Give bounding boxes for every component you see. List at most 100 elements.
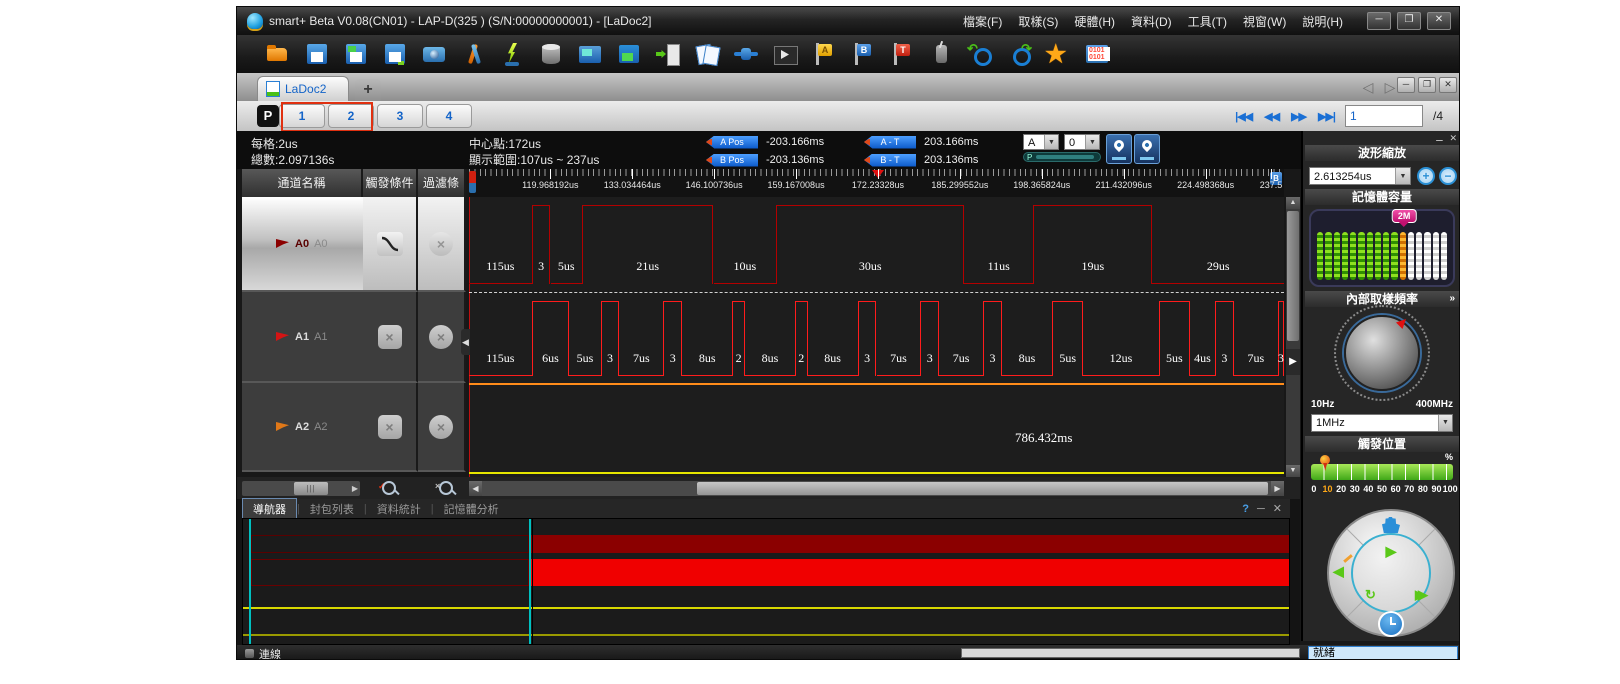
settings-tools-icon[interactable] <box>460 41 486 67</box>
memory-icon[interactable] <box>538 41 564 67</box>
frequency-knob[interactable] <box>1344 315 1420 391</box>
column-header-2[interactable]: 過濾條件 <box>418 169 466 197</box>
wheel-inner-ring[interactable]: ▶ ↻ ▶▶ <box>1351 533 1431 613</box>
export-icon[interactable] <box>655 41 681 67</box>
minimize-panel-icon[interactable]: ─ <box>1257 503 1265 515</box>
clock-button[interactable] <box>1378 611 1404 637</box>
channel-row-a0[interactable]: A0A0 <box>242 197 363 292</box>
navigation-wheel[interactable]: ◀ ▶ ↻ ▶▶ <box>1327 509 1455 637</box>
help-icon[interactable]: ? <box>1242 503 1249 515</box>
flag-b-icon[interactable]: B <box>850 41 876 67</box>
scroll-up-button[interactable]: ▲ <box>1286 197 1300 209</box>
waveform-a0[interactable]: 115us35us21us10us30us11us19us29us <box>469 197 1284 292</box>
panel-expand-button[interactable]: ▶ <box>1286 349 1300 375</box>
jump-left-button[interactable]: ◀ <box>1333 563 1344 580</box>
filter-search-button[interactable]: × <box>433 479 463 497</box>
next-page-button[interactable]: ▶▶ <box>1291 110 1306 123</box>
bottom-tab-2[interactable]: 資料統計 <box>367 499 431 519</box>
trigger-cell-a1[interactable]: × <box>363 292 418 383</box>
waveform-a2[interactable]: 786.432ms <box>469 383 1284 472</box>
connect-icon[interactable] <box>733 41 759 67</box>
column-h-scrollbar[interactable]: ||| ▶ <box>242 481 360 496</box>
zoom-next-icon[interactable]: ↷ <box>1006 41 1032 67</box>
flag-a-icon[interactable]: A <box>811 41 837 67</box>
channel-row-a1[interactable]: A1A1 <box>242 292 363 383</box>
marker-index-select[interactable]: 0▼ <box>1064 134 1100 150</box>
doc-minimize-button[interactable]: ─ <box>1397 77 1415 93</box>
menu-item-1[interactable]: 取樣(S) <box>1012 10 1064 33</box>
page-button-4[interactable]: 4 <box>426 104 472 128</box>
column-collapse-button[interactable]: ◀ <box>461 329 470 355</box>
device-icon[interactable] <box>577 41 603 67</box>
filter-cell-a2[interactable]: × <box>418 383 466 472</box>
trigger-position-bar[interactable] <box>1311 464 1453 480</box>
column-header-1[interactable]: 觸發條件 <box>363 169 418 197</box>
menu-item-4[interactable]: 工具(T) <box>1182 10 1233 33</box>
waveform-scroll-thumb[interactable] <box>697 482 1268 495</box>
minimize-button[interactable]: ─ <box>1367 12 1391 30</box>
trigger-position-widget[interactable]: % <box>1311 458 1453 482</box>
bus-decode-icon[interactable]: 0101 0101 <box>1084 41 1110 67</box>
play-button[interactable]: ▶ <box>1386 543 1397 560</box>
last-page-button[interactable]: ▶▶| <box>1318 110 1335 123</box>
filter-cell-a1[interactable]: × <box>418 292 466 383</box>
save-icon[interactable] <box>304 41 330 67</box>
save-settings-icon[interactable] <box>382 41 408 67</box>
flag-t-icon[interactable]: T <box>889 41 915 67</box>
refresh-button[interactable]: ↻ <box>1365 587 1376 603</box>
tab-ladoc2[interactable]: LaDoc2 <box>257 76 349 101</box>
close-panel-icon[interactable]: ✕ <box>1273 502 1282 515</box>
vertical-scroll-thumb[interactable] <box>1287 211 1299 341</box>
pin-icon[interactable]: ⚊ <box>1435 133 1443 144</box>
prev-page-button[interactable]: ◀◀ <box>1264 110 1279 123</box>
hand-pan-icon[interactable] <box>1382 517 1400 533</box>
frequency-select[interactable]: 1MHz▼ <box>1311 414 1453 432</box>
column-header-0[interactable]: 通道名稱 <box>242 169 363 197</box>
scroll-right-button[interactable]: ▶ <box>1271 481 1284 496</box>
zoom-in-button[interactable]: + <box>1417 167 1435 185</box>
marker-b-button[interactable] <box>1134 134 1160 164</box>
channel-row-a2[interactable]: A2A2 <box>242 383 363 472</box>
screenshot-icon[interactable] <box>421 41 447 67</box>
zoom-out-button[interactable]: − <box>1439 167 1457 185</box>
fast-forward-button[interactable]: ▶▶ <box>1415 587 1421 603</box>
save-as-icon[interactable] <box>343 41 369 67</box>
navigator-view[interactable] <box>242 518 1290 645</box>
video-icon[interactable] <box>772 41 798 67</box>
trigger-cell-a2[interactable]: × <box>363 383 418 472</box>
navigator-cursor-left[interactable] <box>249 519 251 644</box>
compare-icon[interactable] <box>694 41 720 67</box>
expand-icon[interactable]: » <box>1449 291 1455 307</box>
menu-item-0[interactable]: 檔案(F) <box>957 10 1008 33</box>
bottom-tab-0[interactable]: 導航器 <box>242 498 297 519</box>
scroll-left-button[interactable]: ◀ <box>469 481 482 496</box>
filter-cell-a0[interactable]: × <box>418 197 466 292</box>
waveform-area[interactable]: 115us35us21us10us30us11us19us29us115us6u… <box>469 197 1284 477</box>
vertical-scrollbar[interactable]: ▲ ▶ ▼ <box>1286 197 1300 477</box>
menu-item-5[interactable]: 視窗(W) <box>1237 10 1292 33</box>
page-button-3[interactable]: 3 <box>377 104 423 128</box>
marker-select[interactable]: A▼ <box>1023 134 1059 150</box>
waveform-a1[interactable]: 115us6us5us37us38us28us28us37us37us38us5… <box>469 292 1284 384</box>
acquisition-icon[interactable] <box>499 41 525 67</box>
tab-scroll-left-button[interactable]: ◁ <box>1359 78 1377 96</box>
bottom-tab-3[interactable]: 記憶體分析 <box>434 499 509 519</box>
add-tab-button[interactable]: + <box>355 79 381 101</box>
menu-item-3[interactable]: 資料(D) <box>1125 10 1178 33</box>
layout-icon[interactable] <box>616 41 642 67</box>
first-page-button[interactable]: |◀◀ <box>1235 110 1252 123</box>
trigger-cell-a0[interactable] <box>363 197 418 292</box>
zoom-value-select[interactable]: 2.613254us▼ <box>1309 167 1411 185</box>
waveform-h-scrollbar[interactable]: ◀ ▶ <box>469 481 1284 496</box>
bottom-tab-1[interactable]: 封包列表 <box>300 499 364 519</box>
trigger-position-pin[interactable] <box>1319 455 1331 471</box>
open-file-icon[interactable] <box>265 41 291 67</box>
column-scroll-thumb[interactable]: ||| <box>294 482 328 495</box>
page-p-button[interactable]: P <box>257 105 279 127</box>
navigator-cursor-right[interactable] <box>529 519 531 644</box>
scroll-down-button[interactable]: ▼ <box>1286 465 1300 477</box>
marker-a-button[interactable] <box>1106 134 1132 164</box>
menu-item-6[interactable]: 說明(H) <box>1296 10 1349 33</box>
label-tool-icon[interactable] <box>928 41 954 67</box>
menu-item-2[interactable]: 硬體(H) <box>1068 10 1121 33</box>
